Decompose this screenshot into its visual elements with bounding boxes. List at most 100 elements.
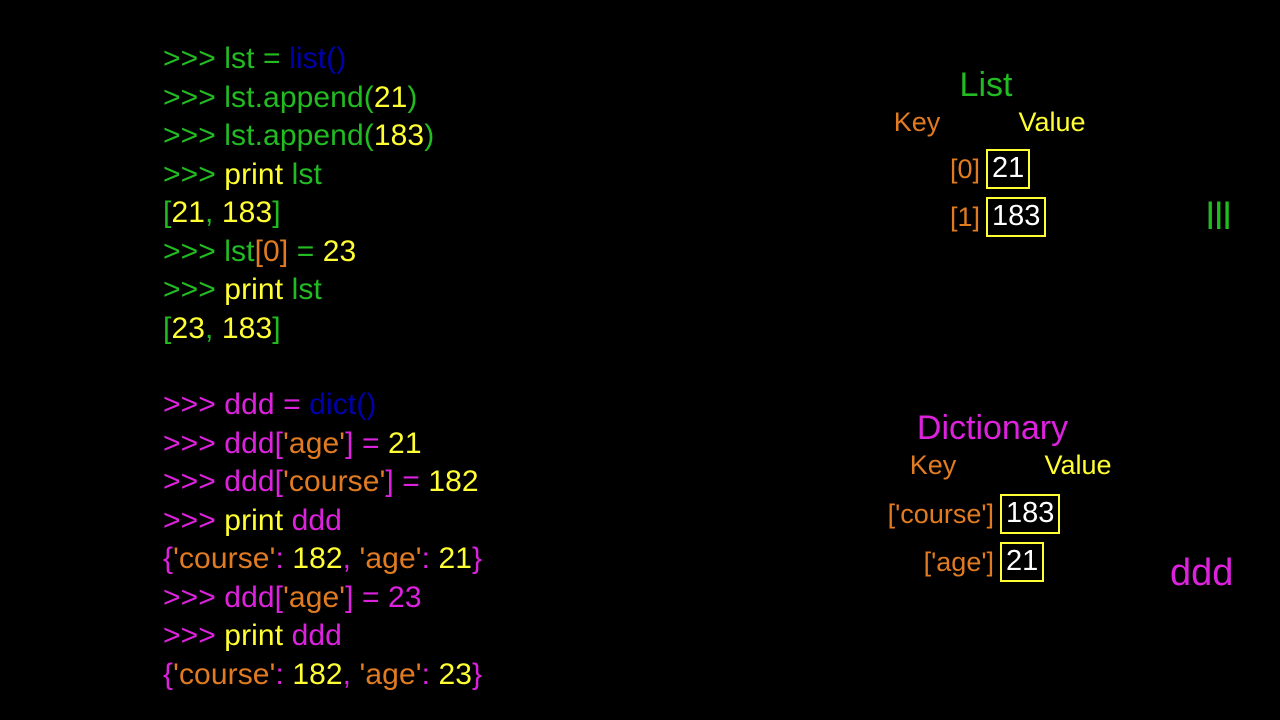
- element: 21: [171, 196, 206, 229]
- dictionary-variable-tag: ddd: [1170, 552, 1234, 594]
- list-row-key: [0]: [949, 154, 980, 184]
- list-code-block: >>> lst = list() >>> lst.append(21) >>> …: [163, 40, 723, 348]
- dictionary-row-key: ['course']: [887, 499, 994, 529]
- prompt: >>>: [163, 426, 225, 460]
- prompt: >>>: [163, 580, 225, 614]
- output-line: [21, 183]: [163, 194, 723, 233]
- operator: =: [254, 42, 290, 75]
- key-column-header: Key: [909, 450, 957, 480]
- dictionary-row: ['age'] 21: [830, 542, 1160, 582]
- brace: {: [163, 657, 174, 691]
- list-diagram: List Key Value [0] 21 [1] 183: [840, 65, 1140, 237]
- constructor-call: dict(): [309, 388, 377, 421]
- variable: ddd[: [224, 426, 284, 460]
- prompt: >>>: [163, 503, 225, 537]
- prompt: >>>: [163, 273, 225, 306]
- operator: =: [353, 426, 389, 460]
- number: 23: [322, 234, 357, 268]
- brace: }: [472, 657, 483, 691]
- constructor-call: list(): [289, 42, 347, 75]
- keyword: print: [224, 619, 292, 652]
- variable: lst: [224, 234, 255, 268]
- list-row-value-box: 21: [986, 149, 1031, 189]
- prompt: >>>: [163, 80, 225, 114]
- string-key: 'age': [359, 657, 422, 691]
- list-row: [0] 21: [840, 149, 1140, 189]
- output-line: [23, 183]: [163, 310, 723, 349]
- string-key: 'course': [283, 465, 386, 498]
- list-row-key: [1]: [949, 202, 980, 232]
- operator: =: [353, 580, 389, 614]
- code-line: >>> lst.append(21): [163, 79, 723, 118]
- code-column: >>> lst = list() >>> lst.append(21) >>> …: [163, 40, 723, 694]
- comma: ,: [205, 196, 222, 229]
- list-row: [1] 183: [840, 197, 1140, 237]
- element: 183: [221, 311, 273, 345]
- variable: ddd: [224, 388, 275, 421]
- dict-code-block: >>> ddd = dict() >>> ddd['age'] = 21 >>>…: [163, 386, 723, 694]
- output-line: {'course': 182, 'age': 23}: [163, 656, 723, 695]
- variable: ddd[: [224, 465, 284, 498]
- dictionary-diagram: Dictionary Key Value ['course'] 183 ['ag…: [830, 408, 1160, 582]
- string-key: 'course': [173, 542, 276, 575]
- block-separator: [163, 348, 723, 386]
- operator: =: [393, 465, 429, 498]
- dictionary-diagram-header: Key Value: [830, 448, 1160, 482]
- dictionary-diagram-title: Dictionary: [916, 409, 1069, 447]
- paren: ): [407, 80, 418, 114]
- variable: ddd[: [224, 580, 284, 614]
- code-line: >>> lst = list(): [163, 40, 723, 79]
- list-variable-tag: lll: [1206, 196, 1232, 238]
- comma: ,: [342, 542, 360, 575]
- number: 182: [428, 465, 479, 498]
- code-line: >>> ddd['age'] = 23: [163, 579, 723, 618]
- key-column-header: Key: [893, 107, 941, 137]
- value: 23: [438, 657, 473, 691]
- code-line: >>> print ddd: [163, 617, 723, 656]
- code-line: >>> ddd['course'] = 182: [163, 463, 723, 502]
- prompt: >>>: [163, 619, 225, 652]
- string-key: 'course': [173, 657, 276, 691]
- string-key: 'age': [283, 426, 346, 460]
- code-line: >>> print ddd: [163, 502, 723, 541]
- prompt: >>>: [163, 157, 225, 191]
- bracket: ]: [385, 465, 394, 498]
- list-diagram-header: Key Value: [840, 105, 1140, 139]
- bracket: ]: [272, 196, 281, 229]
- variable: ddd: [291, 503, 342, 537]
- keyword: print: [224, 157, 292, 191]
- code-line: >>> lst[0] = 23: [163, 233, 723, 272]
- colon: :: [421, 542, 439, 575]
- colon: :: [275, 657, 293, 691]
- prompt: >>>: [163, 465, 225, 498]
- comma: ,: [342, 657, 360, 691]
- output-line: {'course': 182, 'age': 21}: [163, 540, 723, 579]
- dictionary-row-value-box: 183: [1000, 494, 1061, 534]
- string-key: 'age': [359, 542, 422, 575]
- keyword: print: [224, 273, 292, 306]
- variable: lst: [224, 42, 255, 75]
- method-call: lst.append(: [224, 80, 374, 114]
- prompt: >>>: [163, 42, 225, 75]
- argument: 183: [373, 119, 425, 152]
- bracket: ]: [345, 426, 354, 460]
- string-key: 'age': [283, 580, 346, 614]
- dictionary-row-value-box: 21: [1000, 542, 1045, 582]
- comma: ,: [205, 311, 222, 345]
- list-row-value-box: 183: [986, 197, 1047, 237]
- element: 183: [221, 196, 273, 229]
- bracket: ]: [272, 311, 281, 345]
- operator: =: [274, 388, 310, 421]
- slide-canvas: >>> lst = list() >>> lst.append(21) >>> …: [0, 0, 1280, 720]
- method-call: lst.append(: [224, 119, 374, 152]
- prompt: >>>: [163, 388, 225, 421]
- colon: :: [275, 542, 293, 575]
- value: 182: [292, 542, 343, 575]
- operator: =: [288, 234, 323, 268]
- paren: ): [424, 119, 435, 152]
- list-diagram-title: List: [959, 66, 1013, 104]
- bracket: ]: [345, 580, 354, 614]
- colon: :: [421, 657, 439, 691]
- dictionary-row-key: ['age']: [923, 547, 994, 577]
- code-line: >>> lst.append(183): [163, 117, 723, 156]
